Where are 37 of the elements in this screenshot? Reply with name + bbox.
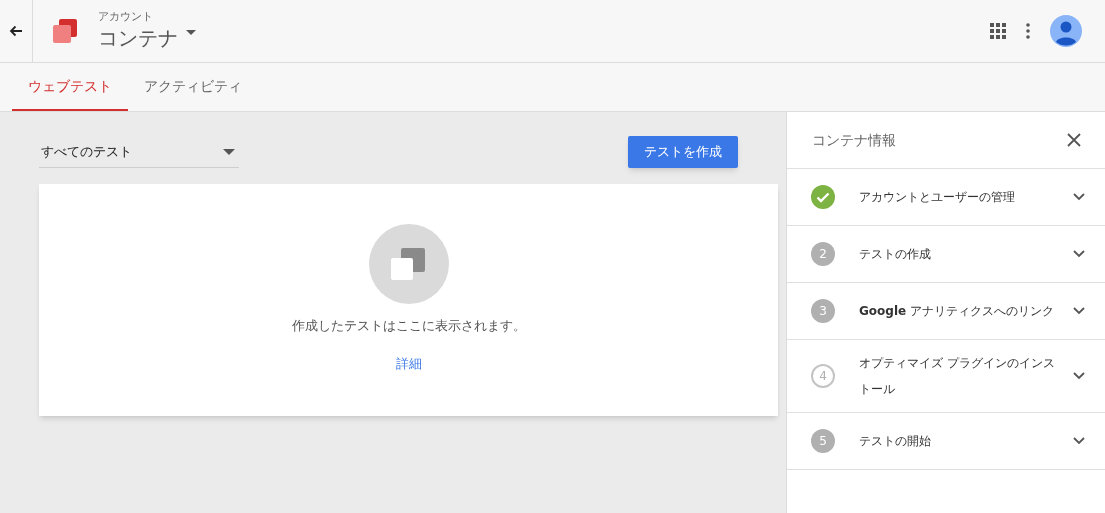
step-row[interactable]: 3 Google アナリティクスへのリンク [787, 283, 1105, 340]
tab[interactable]: アクティビティ [128, 63, 258, 111]
step-number: 4 [811, 364, 835, 388]
learn-more-link[interactable]: 詳細 [395, 353, 422, 373]
logo-icon [51, 17, 79, 45]
empty-state-message: 作成したテストはここに表示されます。 [291, 317, 526, 335]
step-row[interactable]: 5 テストの開始 [787, 413, 1105, 470]
apps-grid-icon[interactable] [990, 23, 1006, 39]
account-label: アカウント [98, 10, 154, 24]
container-selector[interactable]: コンテナ [98, 24, 196, 52]
step-number: 2 [811, 242, 835, 266]
copy-icon [368, 224, 449, 304]
step-label: Google アナリティクスへのリンク [859, 303, 1055, 320]
panel-title: コンテナ情報 [812, 130, 896, 150]
chevron-down-icon [1073, 437, 1085, 445]
more-vertical-icon[interactable] [1026, 23, 1030, 39]
step-row[interactable]: 4 オプティマイズ プラグインのインストール [787, 340, 1105, 413]
step-label: テストの開始 [859, 433, 932, 450]
chevron-down-icon [1073, 372, 1085, 380]
avatar-icon[interactable] [1050, 15, 1082, 47]
caret-icon [223, 148, 235, 155]
create-test-button[interactable]: テストを作成 [628, 136, 738, 168]
step-row[interactable]: アカウントとユーザーの管理 [787, 169, 1105, 226]
test-filter-dropdown[interactable]: すべてのテスト [39, 136, 239, 168]
chevron-down-icon [1073, 250, 1085, 258]
step-number: 3 [811, 299, 835, 323]
chevron-down-icon [1073, 193, 1085, 201]
close-icon[interactable] [1067, 133, 1081, 147]
step-number: 5 [811, 429, 835, 453]
back-arrow-icon [9, 24, 23, 38]
step-label: アカウントとユーザーの管理 [859, 189, 1016, 206]
step-row[interactable]: 2 テストの作成 [787, 226, 1105, 283]
step-label: オプティマイズ プラグインのインストール [859, 355, 1056, 398]
step-label: テストの作成 [859, 246, 932, 263]
tab[interactable]: ウェブテスト [12, 63, 128, 111]
caret-icon [186, 29, 196, 35]
chevron-down-icon [1073, 307, 1085, 315]
